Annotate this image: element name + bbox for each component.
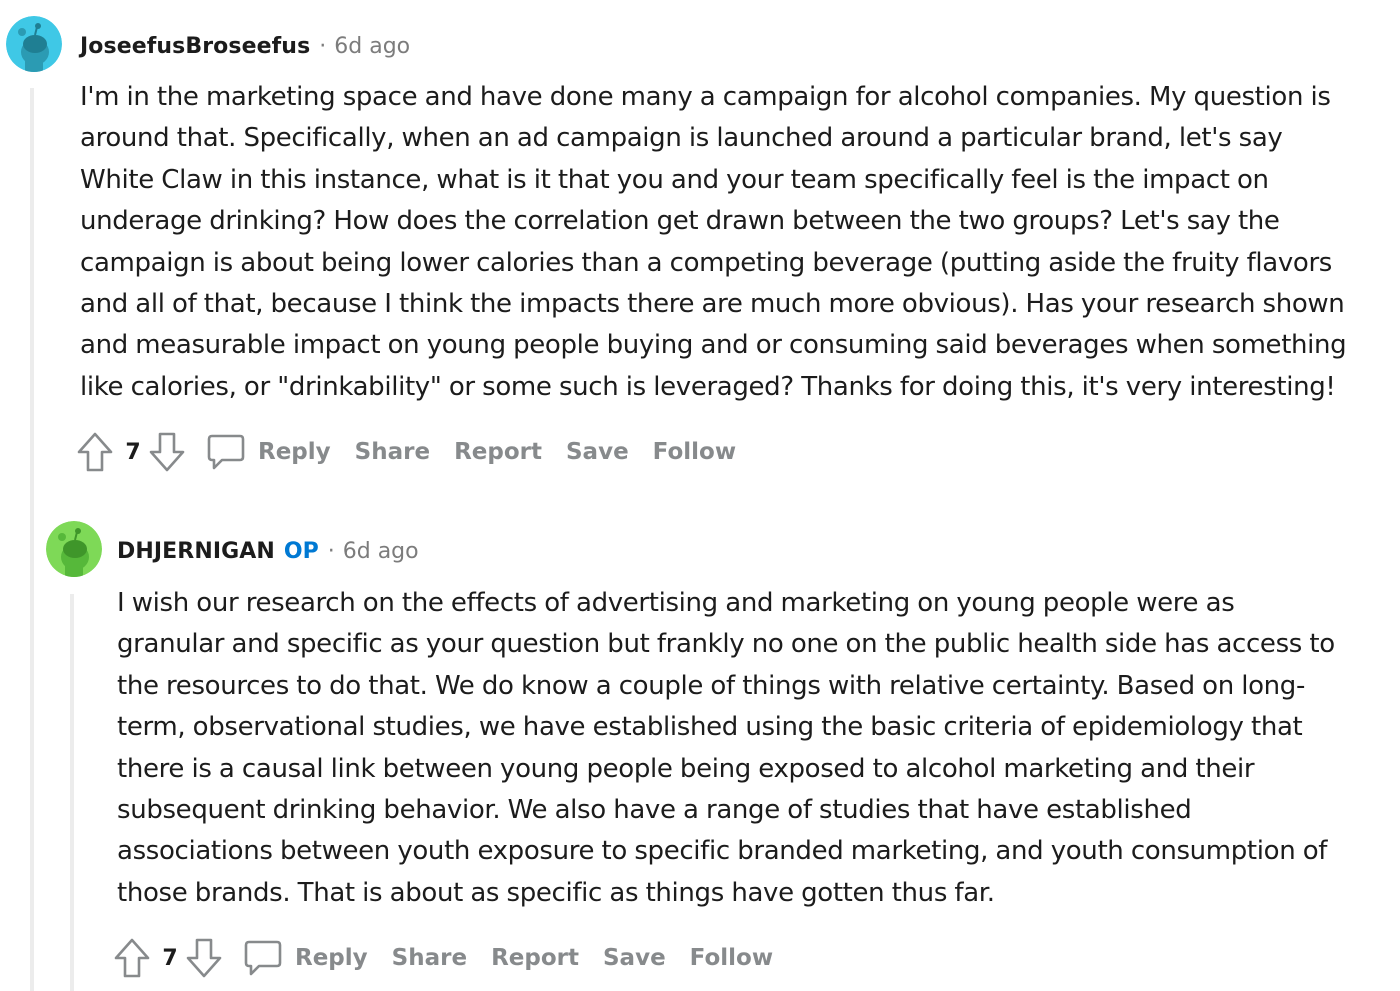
follow-button[interactable]: Follow: [653, 439, 736, 465]
vote-count: 7: [125, 439, 141, 465]
reply-button[interactable]: Reply: [295, 945, 368, 971]
downvote-icon: [149, 432, 185, 472]
report-button[interactable]: Report: [454, 439, 542, 465]
share-button[interactable]: Share: [392, 945, 467, 971]
upvote-icon: [114, 938, 150, 978]
comment-icon: [244, 940, 282, 976]
upvote-button[interactable]: [113, 937, 151, 979]
meta-separator: ·: [319, 33, 327, 59]
comment-actions: 7 Reply Share Report Save Follow: [76, 430, 760, 474]
meta-separator: ·: [327, 538, 335, 564]
vote-count: 7: [162, 945, 178, 971]
comment-meta: JoseefusBroseefus · 6d ago: [80, 31, 410, 61]
follow-button[interactable]: Follow: [690, 945, 773, 971]
upvote-button[interactable]: [76, 431, 114, 473]
downvote-icon: [186, 938, 222, 978]
upvote-icon: [77, 432, 113, 472]
username[interactable]: DHJERNIGAN: [117, 539, 275, 564]
share-button[interactable]: Share: [355, 439, 430, 465]
comment-icon: [207, 434, 245, 470]
user-avatar[interactable]: [6, 16, 62, 72]
thread-line[interactable]: [70, 594, 74, 991]
op-badge: OP: [283, 538, 319, 564]
save-button[interactable]: Save: [566, 439, 629, 465]
username[interactable]: JoseefusBroseefus: [80, 34, 310, 59]
thread-line[interactable]: [30, 88, 34, 991]
comment-body: I'm in the marketing space and have done…: [80, 82, 1347, 402]
timestamp[interactable]: 6d ago: [334, 34, 410, 59]
save-button[interactable]: Save: [603, 945, 666, 971]
user-avatar[interactable]: [46, 521, 102, 577]
comment-actions: 7 Reply Share Report Save Follow: [113, 936, 797, 980]
downvote-button[interactable]: [185, 937, 223, 979]
snoo-avatar-icon: [46, 521, 102, 577]
comment-meta: DHJERNIGAN OP · 6d ago: [117, 536, 419, 566]
snoo-avatar-icon: [6, 16, 62, 72]
downvote-button[interactable]: [148, 431, 186, 473]
timestamp[interactable]: 6d ago: [343, 539, 419, 564]
comment-body: I wish our research on the effects of ad…: [117, 588, 1335, 908]
reply-icon-button[interactable]: [243, 938, 283, 978]
reply-icon-button[interactable]: [206, 432, 246, 472]
reply-button[interactable]: Reply: [258, 439, 331, 465]
report-button[interactable]: Report: [491, 945, 579, 971]
